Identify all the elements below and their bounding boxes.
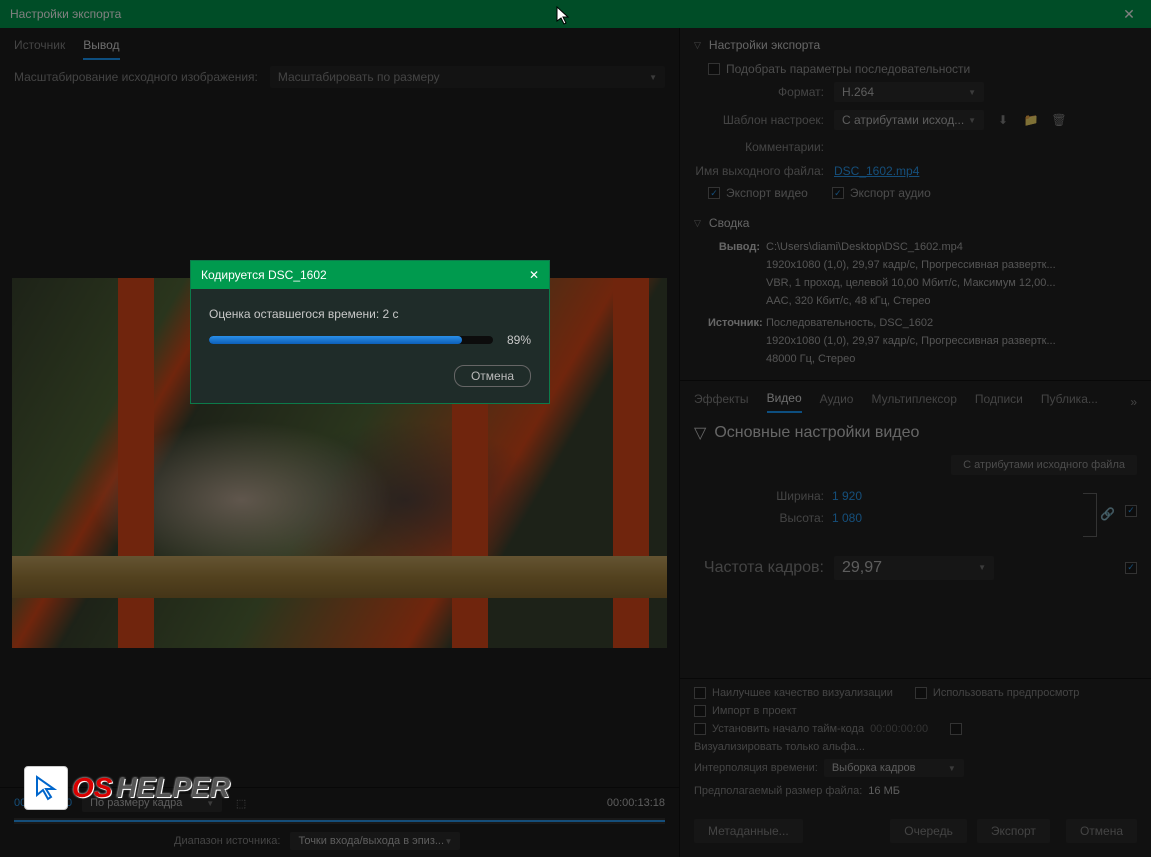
- export-video-label: Экспорт видео: [726, 186, 808, 200]
- window-title: Настройки экспорта: [10, 7, 1117, 21]
- tab-source[interactable]: Источник: [14, 38, 65, 60]
- preset-dropdown[interactable]: С атрибутами исход...▼: [834, 110, 984, 130]
- scale-dropdown[interactable]: Масштабировать по размеру ▼: [270, 66, 665, 88]
- watermark: OS HELPER: [24, 766, 230, 810]
- tab-publish[interactable]: Публика...: [1041, 392, 1098, 412]
- chevron-down-icon: ▽: [694, 423, 706, 443]
- output-name-label: Имя выходного файла:: [694, 164, 824, 178]
- width-height-match-checkbox[interactable]: [1125, 505, 1137, 517]
- link-dimensions-icon[interactable]: 🔗: [1100, 507, 1115, 521]
- summary-body: Вывод:C:\Users\diami\Desktop\DSC_1602.mp…: [694, 240, 1137, 368]
- render-alpha-label: Визуализировать только альфа...: [694, 741, 865, 753]
- export-video-checkbox[interactable]: [708, 187, 720, 199]
- export-button[interactable]: Экспорт: [977, 819, 1050, 843]
- output-name-link[interactable]: DSC_1602.mp4: [834, 164, 1137, 178]
- encoding-progress-dialog: Кодируется DSC_1602 ✕ Оценка оставшегося…: [190, 260, 550, 404]
- summary-header[interactable]: ▽ Сводка: [694, 216, 1137, 230]
- import-project-checkbox[interactable]: [694, 705, 706, 717]
- tab-mux[interactable]: Мультиплексор: [871, 392, 956, 412]
- match-sequence-checkbox[interactable]: [708, 63, 720, 75]
- progress-estimate: Оценка оставшегося времени: 2 с: [209, 307, 531, 321]
- range-dropdown[interactable]: Точки входа/выхода в эпиз...▼: [290, 832, 460, 850]
- aspect-icon[interactable]: ⬚: [232, 794, 250, 812]
- height-value[interactable]: 1 080: [832, 511, 878, 525]
- close-icon[interactable]: ✕: [1117, 6, 1141, 23]
- use-preview-checkbox[interactable]: [915, 687, 927, 699]
- interp-label: Интерполяция времени:: [694, 762, 818, 774]
- format-dropdown[interactable]: H.264▼: [834, 82, 984, 102]
- start-tc-label: Установить начало тайм-кода: [712, 723, 864, 735]
- size-label: Предполагаемый размер файла:: [694, 785, 862, 797]
- chevron-down-icon: ▼: [649, 73, 657, 82]
- render-alpha-checkbox[interactable]: [950, 723, 962, 735]
- progress-percent: 89%: [507, 333, 531, 347]
- format-label: Формат:: [694, 85, 824, 99]
- progress-close-icon[interactable]: ✕: [529, 268, 539, 282]
- range-label: Диапазон источника:: [174, 835, 280, 847]
- width-label: Ширина:: [694, 489, 824, 503]
- settings-tabs: Эффекты Видео Аудио Мультиплексор Подпис…: [680, 380, 1151, 413]
- chevron-down-icon: ▽: [694, 218, 701, 229]
- height-label: Высота:: [694, 511, 824, 525]
- comments-label: Комментарии:: [694, 140, 824, 154]
- tc-value: 00:00:00:00: [870, 723, 928, 735]
- export-audio-label: Экспорт аудио: [850, 186, 931, 200]
- max-quality-label: Наилучшее качество визуализации: [712, 687, 893, 699]
- match-source-button[interactable]: С атрибутами исходного файла: [951, 455, 1137, 475]
- fps-label: Частота кадров:: [694, 559, 824, 577]
- tab-effects[interactable]: Эффекты: [694, 392, 749, 412]
- comments-field[interactable]: [834, 138, 1137, 156]
- cancel-button[interactable]: Отмена: [1066, 819, 1137, 843]
- import-project-label: Импорт в проект: [712, 705, 797, 717]
- fps-match-checkbox[interactable]: [1125, 562, 1137, 574]
- metadata-button[interactable]: Метаданные...: [694, 819, 803, 843]
- save-preset-icon[interactable]: ⬇: [994, 111, 1012, 129]
- titlebar: Настройки экспорта ✕: [0, 0, 1151, 28]
- preset-label: Шаблон настроек:: [694, 113, 824, 127]
- match-sequence-label: Подобрать параметры последовательности: [726, 62, 970, 76]
- progress-bar: [209, 336, 493, 344]
- queue-button[interactable]: Очередь: [890, 819, 967, 843]
- preview-tabs: Источник Вывод: [0, 28, 679, 60]
- tab-audio[interactable]: Аудио: [820, 392, 854, 412]
- tab-video[interactable]: Видео: [767, 391, 802, 413]
- delete-preset-icon[interactable]: 🗑: [1050, 111, 1068, 129]
- size-value: 16 МБ: [868, 785, 900, 797]
- preview-area: [0, 98, 679, 787]
- tab-captions[interactable]: Подписи: [975, 392, 1023, 412]
- use-preview-label: Использовать предпросмотр: [933, 687, 1080, 699]
- export-settings-header[interactable]: ▽ Настройки экспорта: [694, 38, 1137, 52]
- time-out[interactable]: 00:00:13:18: [607, 797, 665, 809]
- progress-cancel-button[interactable]: Отмена: [454, 365, 531, 387]
- width-value[interactable]: 1 920: [832, 489, 878, 503]
- video-settings-header[interactable]: ▽ Основные настройки видео: [694, 423, 1137, 443]
- chevron-down-icon: ▽: [694, 40, 701, 51]
- start-tc-checkbox[interactable]: [694, 723, 706, 735]
- progress-title: Кодируется DSC_1602: [201, 268, 529, 282]
- timeline-scrubber[interactable]: [14, 818, 665, 824]
- max-quality-checkbox[interactable]: [694, 687, 706, 699]
- interp-dropdown[interactable]: Выборка кадров▼: [824, 759, 964, 777]
- watermark-icon: [24, 766, 68, 810]
- fps-dropdown[interactable]: 29,97▼: [834, 556, 994, 580]
- export-audio-checkbox[interactable]: [832, 187, 844, 199]
- scale-label: Масштабирование исходного изображения:: [14, 70, 258, 84]
- tab-output[interactable]: Вывод: [83, 38, 119, 60]
- more-tabs-icon[interactable]: »: [1130, 395, 1137, 409]
- import-preset-icon[interactable]: 📁: [1022, 111, 1040, 129]
